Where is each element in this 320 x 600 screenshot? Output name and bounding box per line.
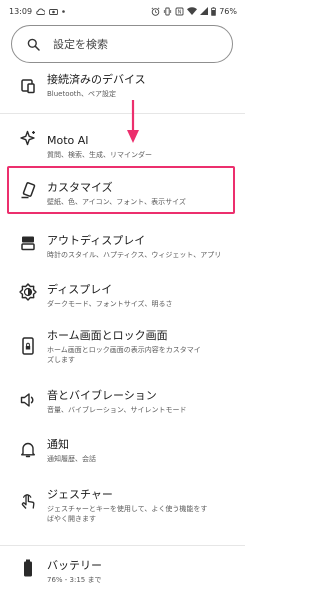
settings-item-display[interactable]: ディスプレイ ダークモード、フォントサイズ、明るさ bbox=[0, 276, 245, 316]
settings-item-moto-ai[interactable]: Moto AI 質問、検索、生成、リマインダー bbox=[0, 125, 245, 165]
settings-item-subtitle: ホーム画面とロック画面の表示内容をカスタマイズします bbox=[47, 346, 201, 364]
battery-percent: 76% bbox=[219, 6, 237, 16]
battery-icon bbox=[211, 6, 217, 16]
divider bbox=[0, 545, 245, 546]
search-bar[interactable]: 設定を検索 bbox=[11, 25, 233, 63]
dot-icon bbox=[62, 9, 65, 13]
settings-item-subtitle: 時計のスタイル、ハプティクス、ウィジェット、アプリ bbox=[47, 251, 222, 259]
settings-item-subtitle: 通知履歴、会話 bbox=[47, 455, 96, 463]
settings-item-subtitle: ジェスチャーとキーを使用して、よく使う機能をすばやく開きます bbox=[47, 505, 208, 523]
settings-item-notifications[interactable]: 通知 通知履歴、会話 bbox=[0, 432, 245, 472]
settings-item-out-display[interactable]: アウトディスプレイ 時計のスタイル、ハプティクス、ウィジェット、アプリ bbox=[0, 226, 245, 266]
signal-icon bbox=[200, 7, 209, 15]
settings-item-title: ホーム画面とロック画面 bbox=[47, 329, 168, 342]
moto-ai-icon bbox=[19, 129, 37, 147]
settings-item-title: 接続済みのデバイス bbox=[47, 73, 146, 86]
nfc-icon: N bbox=[175, 7, 184, 16]
phone-lock-icon bbox=[19, 337, 37, 355]
settings-item-title: ジェスチャー bbox=[47, 488, 113, 501]
settings-item-subtitle: Bluetooth、ペア設定 bbox=[47, 90, 116, 98]
search-placeholder: 設定を検索 bbox=[53, 38, 108, 51]
connected-devices-icon bbox=[19, 77, 37, 95]
brightness-icon bbox=[19, 283, 37, 301]
settings-item-gestures[interactable]: ジェスチャー ジェスチャーとキーを使用して、よく使う機能をすばやく開きます bbox=[0, 480, 245, 532]
svg-text:N: N bbox=[178, 9, 182, 15]
settings-item-battery[interactable]: バッテリー 76% - 3:15 まで bbox=[0, 552, 245, 596]
settings-item-subtitle: 76% - 3:15 まで bbox=[47, 576, 102, 584]
down-arrow-annotation bbox=[126, 100, 140, 148]
settings-item-title: Moto AI bbox=[47, 134, 89, 147]
settings-item-subtitle: 質問、検索、生成、リマインダー bbox=[47, 151, 152, 159]
settings-item-subtitle: 音量、バイブレーション、サイレントモード bbox=[47, 406, 187, 414]
settings-item-title: バッテリー bbox=[47, 559, 102, 572]
settings-item-home-lock-screen[interactable]: ホーム画面とロック画面 ホーム画面とロック画面の表示内容をカスタマイズします bbox=[0, 326, 245, 376]
status-bar: 13:09 N 76% bbox=[0, 0, 245, 22]
search-icon bbox=[27, 38, 40, 51]
settings-item-subtitle: ダークモード、フォントサイズ、明るさ bbox=[47, 300, 173, 308]
gesture-hand-icon bbox=[19, 492, 37, 510]
alarm-icon bbox=[151, 7, 160, 16]
wifi-icon bbox=[187, 7, 198, 15]
settings-item-title: ディスプレイ bbox=[47, 283, 113, 296]
status-time: 13:09 bbox=[9, 6, 33, 16]
settings-item-title: アウトディスプレイ bbox=[47, 234, 146, 247]
out-display-icon bbox=[19, 234, 37, 252]
battery-setting-icon bbox=[19, 559, 37, 577]
cloud-icon bbox=[36, 8, 46, 15]
settings-item-sound-vibration[interactable]: 音とバイブレーション 音量、バイブレーション、サイレントモード bbox=[0, 384, 245, 424]
settings-item-title: 通知 bbox=[47, 438, 69, 451]
vibrate-icon bbox=[163, 7, 172, 16]
settings-item-connected-devices[interactable]: 接続済みのデバイス Bluetooth、ペア設定 bbox=[0, 72, 245, 102]
camera-icon bbox=[49, 8, 59, 15]
volume-icon bbox=[19, 391, 37, 409]
divider bbox=[0, 113, 245, 114]
settings-item-title: 音とバイブレーション bbox=[47, 389, 157, 402]
highlight-box bbox=[7, 166, 235, 214]
bell-icon bbox=[19, 440, 37, 458]
